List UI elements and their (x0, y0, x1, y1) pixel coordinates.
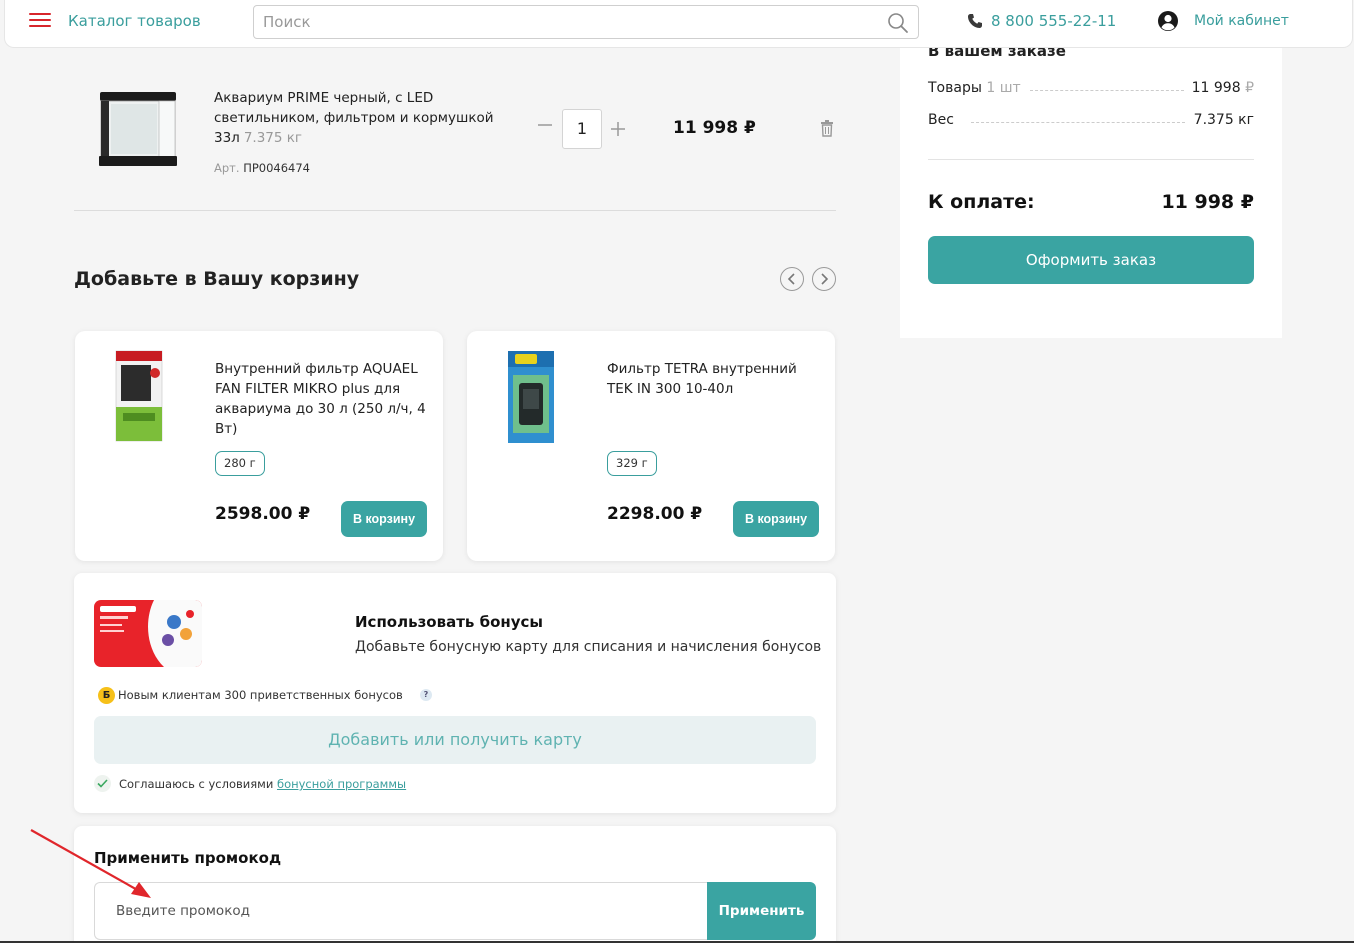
carousel-next-button[interactable] (812, 267, 836, 291)
upsell-title: Добавьте в Вашу корзину (74, 268, 360, 290)
agree-label: Соглашаюсь с условиями (119, 777, 274, 791)
product-name[interactable]: Внутренний фильтр AQUAEL FAN FILTER MIKR… (215, 359, 430, 439)
quantity-input[interactable]: 1 (562, 109, 602, 149)
promo-code-input[interactable] (94, 882, 708, 940)
weight-label: Вес (928, 112, 954, 128)
weight-badge: 280 г (215, 451, 265, 476)
chevron-right-icon (821, 273, 829, 285)
trash-icon[interactable] (820, 119, 834, 137)
add-to-cart-button[interactable]: В корзину (341, 501, 427, 537)
promo-section: Применить промокод Применить (74, 826, 836, 943)
weight-badge: 329 г (607, 451, 657, 476)
search-input[interactable] (254, 6, 874, 38)
decrease-qty-button[interactable] (537, 117, 553, 133)
goods-count: 1 шт (986, 80, 1021, 96)
aquarium-image[interactable] (97, 90, 179, 170)
bonus-card-image (94, 600, 202, 667)
product-price: 2298.00 ₽ (607, 504, 703, 524)
promo-title: Применить промокод (94, 849, 282, 867)
help-icon[interactable]: ? (420, 689, 432, 701)
increase-qty-button[interactable] (610, 121, 626, 137)
search-icon[interactable] (887, 12, 909, 34)
summary-goods-row: Товары 1 шт 11 998 ₽ (928, 80, 1254, 100)
goods-amount: 11 998 (1191, 80, 1241, 96)
apply-promo-button[interactable]: Применить (707, 882, 816, 940)
cart-item: Аквариум PRIME черный, с LED светильнико… (74, 60, 836, 211)
site-header: Каталог товаров 8 800 555-22-11 Мой каби… (4, 0, 1353, 48)
product-price: 2598.00 ₽ (215, 504, 311, 524)
product-name[interactable]: Фильтр TETRA внутренний TEK IN 300 10-40… (607, 359, 822, 399)
bonus-title: Использовать бонусы (355, 613, 543, 631)
dotted-leader (971, 122, 1185, 123)
add-to-cart-button[interactable]: В корзину (733, 501, 819, 537)
agree-checkbox[interactable] (94, 775, 111, 792)
goods-value: 11 998 ₽ (1192, 80, 1254, 96)
menu-icon[interactable] (29, 11, 51, 29)
agree-text: Соглашаюсь с условиями бонусной программ… (119, 777, 406, 791)
user-icon[interactable] (1157, 10, 1179, 32)
cart-item-article: Арт. ПР0046474 (214, 161, 310, 175)
summary-weight-row: Вес 7.375 кг (928, 112, 1254, 132)
weight-value: 7.375 кг (1193, 112, 1254, 128)
add-bonus-card-button[interactable]: Добавить или получить карту (94, 716, 816, 764)
tetra-filter-image[interactable] (505, 349, 557, 443)
chevron-left-icon (787, 273, 795, 285)
divider (928, 159, 1254, 160)
bonus-subtitle: Добавьте бонусную карту для списания и н… (355, 639, 822, 655)
phone-number[interactable]: 8 800 555-22-11 (991, 12, 1116, 30)
bonus-coin-icon: Б (98, 687, 115, 704)
article-value: ПР0046474 (243, 161, 310, 175)
catalog-link[interactable]: Каталог товаров (68, 12, 201, 30)
receipt-edge (900, 326, 1282, 338)
product-card: Фильтр TETRA внутренний TEK IN 300 10-40… (467, 331, 835, 561)
article-label: Арт. (214, 161, 240, 175)
goods-label: Товары (928, 80, 982, 96)
dotted-leader (1030, 90, 1184, 91)
bonus-section: Использовать бонусы Добавьте бонусную ка… (74, 573, 836, 813)
new-clients-text: Новым клиентам 300 приветственных бонусо… (118, 688, 403, 702)
cabinet-link[interactable]: Мой кабинет (1194, 13, 1289, 29)
pay-label: К оплате: (928, 191, 1035, 213)
bonus-program-link[interactable]: бонусной программы (277, 777, 406, 791)
search-box (253, 5, 919, 39)
cart-item-price: 11 998 ₽ (673, 118, 756, 138)
cart-item-name[interactable]: Аквариум PRIME черный, с LED светильнико… (214, 88, 514, 148)
carousel-prev-button[interactable] (780, 267, 804, 291)
aquael-filter-image[interactable] (113, 349, 165, 443)
order-summary: В вашем заказе Товары 1 шт 11 998 ₽ Вес … (900, 38, 1282, 338)
product-card: Внутренний фильтр AQUAEL FAN FILTER MIKR… (75, 331, 443, 561)
cart-item-weight: 7.375 кг (243, 130, 302, 146)
currency-sign: ₽ (1245, 80, 1254, 96)
phone-icon (968, 14, 982, 28)
checkout-button[interactable]: Оформить заказ (928, 236, 1254, 284)
check-icon (97, 779, 108, 788)
pay-total: 11 998 ₽ (1161, 191, 1254, 213)
